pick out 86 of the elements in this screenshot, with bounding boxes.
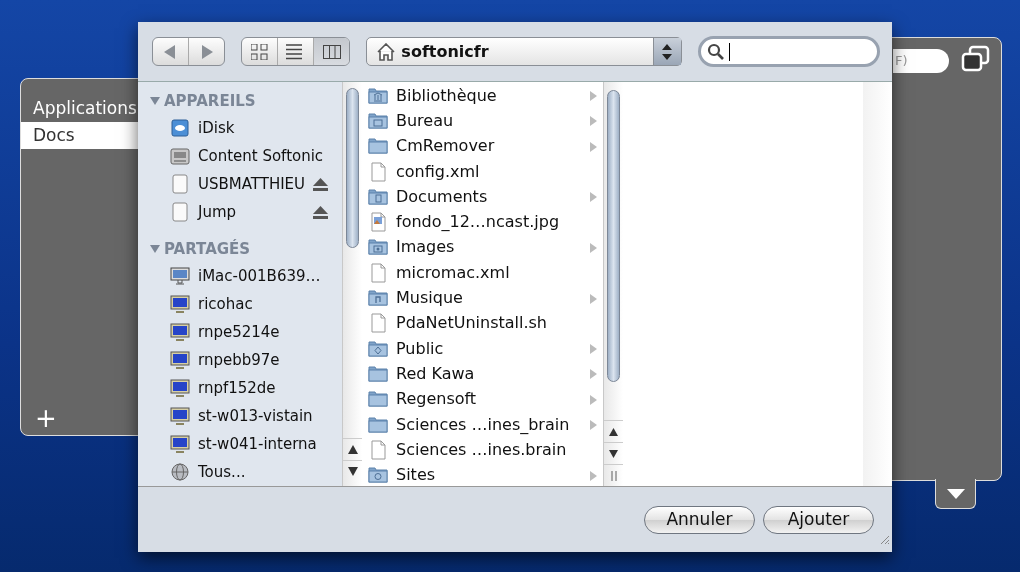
sidebar-item[interactable]: Tous... — [170, 460, 342, 484]
columns-view-button[interactable] — [313, 38, 350, 65]
list-icon — [286, 43, 305, 60]
file-item[interactable]: Sciences …ines.brain — [362, 437, 603, 463]
sites-folder-icon — [368, 465, 388, 486]
drive-icon — [170, 174, 190, 194]
file-item[interactable]: Sciences …ines_brain — [362, 411, 603, 438]
file-item[interactable]: Red Kawa — [362, 361, 603, 387]
eject-icon[interactable] — [313, 205, 328, 219]
file-item[interactable]: PdaNetUninstall.sh — [362, 310, 603, 336]
scroll-down-icon[interactable] — [347, 467, 358, 476]
location-popup[interactable]: softonicfr — [366, 37, 682, 66]
pictures-folder-icon — [368, 237, 388, 258]
folder-icon — [368, 414, 388, 435]
file-item[interactable]: Bibliothèque — [362, 83, 603, 109]
sidebar-item[interactable]: USBMATTHIEU — [170, 172, 307, 196]
sidebar-item[interactable]: Content Softonic — [170, 144, 342, 168]
disclosure-triangle-icon[interactable] — [150, 96, 160, 106]
sidebar-item[interactable]: st-w041-interna — [170, 432, 342, 456]
home-icon — [377, 42, 396, 61]
sidebar-item[interactable]: rnpf152de — [170, 376, 342, 400]
file-item[interactable]: micromac.xml — [362, 260, 603, 286]
file-item[interactable]: config.xml — [362, 158, 603, 185]
section-header: APPAREILS — [164, 90, 256, 112]
globe-icon — [170, 462, 190, 482]
file-item[interactable]: CmRemover — [362, 133, 603, 159]
section-header: PARTAGÉS — [164, 238, 251, 260]
file-item[interactable]: Public — [362, 335, 603, 362]
monitor-icon — [170, 322, 190, 342]
scroll-up-icon[interactable] — [347, 445, 358, 454]
music-folder-icon — [368, 288, 388, 308]
columns-icon — [322, 43, 341, 60]
hard-drive-icon — [170, 146, 190, 166]
file-item[interactable]: fondo_12…ncast.jpg — [362, 209, 603, 235]
dialog-button[interactable]: Ajouter — [763, 505, 874, 534]
file-item[interactable]: Regensoft — [362, 386, 603, 412]
sidebar-item[interactable]: st-w013-vistain — [170, 404, 342, 428]
desktop-folder-icon — [368, 110, 388, 131]
scroll-up-icon[interactable] — [609, 427, 618, 436]
sidebar-item[interactable]: Jump — [170, 200, 307, 224]
triangle-down-icon — [946, 488, 965, 499]
image-file-icon — [368, 212, 388, 233]
file-item[interactable]: Sites — [362, 462, 603, 488]
forward-icon — [200, 44, 213, 59]
document-icon — [368, 161, 388, 182]
copy-icon — [961, 45, 991, 73]
sidebar-item[interactable]: iMac-001B639… — [170, 264, 342, 288]
view-switcher[interactable] — [241, 37, 351, 66]
stepper-icon — [662, 43, 673, 60]
disclosure-triangle-icon[interactable] — [150, 244, 160, 254]
search-field[interactable] — [697, 36, 880, 67]
sidebar-item[interactable]: rnpebb97e — [170, 348, 342, 372]
folder-icon — [368, 389, 388, 410]
sidebar-item[interactable]: iDisk — [170, 116, 342, 140]
monitor-icon — [170, 294, 190, 314]
grid-icon — [250, 43, 269, 60]
document-icon — [368, 313, 388, 334]
computer-icon — [170, 266, 190, 286]
sidebar-item[interactable]: rnpe5214e — [170, 320, 342, 344]
navigation-control[interactable] — [152, 37, 226, 66]
file-item[interactable]: Musique — [362, 285, 603, 311]
dialog-button[interactable]: Annuler — [644, 505, 755, 534]
document-icon — [368, 262, 388, 283]
monitor-icon — [170, 406, 190, 426]
search-icon — [706, 42, 725, 61]
dropdown-tab[interactable] — [935, 479, 976, 509]
add-button[interactable]: + — [35, 405, 57, 431]
folder-icon — [368, 363, 388, 384]
sidebar-item[interactable]: ricohac — [170, 292, 342, 316]
eject-icon[interactable] — [313, 177, 328, 191]
library-folder-icon — [368, 85, 388, 106]
drive-icon — [170, 202, 190, 222]
scrollbar[interactable] — [342, 82, 362, 486]
monitor-icon — [170, 350, 190, 370]
file-item[interactable]: Bureau — [362, 108, 603, 134]
file-item[interactable]: Documents — [362, 184, 603, 210]
monitor-icon — [170, 378, 190, 398]
back-icon — [164, 44, 177, 59]
document-icon — [368, 439, 388, 460]
scrollbar[interactable] — [603, 82, 623, 486]
public-folder-icon — [368, 338, 388, 359]
monitor-icon — [170, 434, 190, 454]
folder-icon — [368, 136, 388, 157]
scroll-down-icon[interactable] — [609, 449, 618, 458]
file-item[interactable]: Images — [362, 234, 603, 261]
documents-folder-icon — [368, 186, 388, 207]
